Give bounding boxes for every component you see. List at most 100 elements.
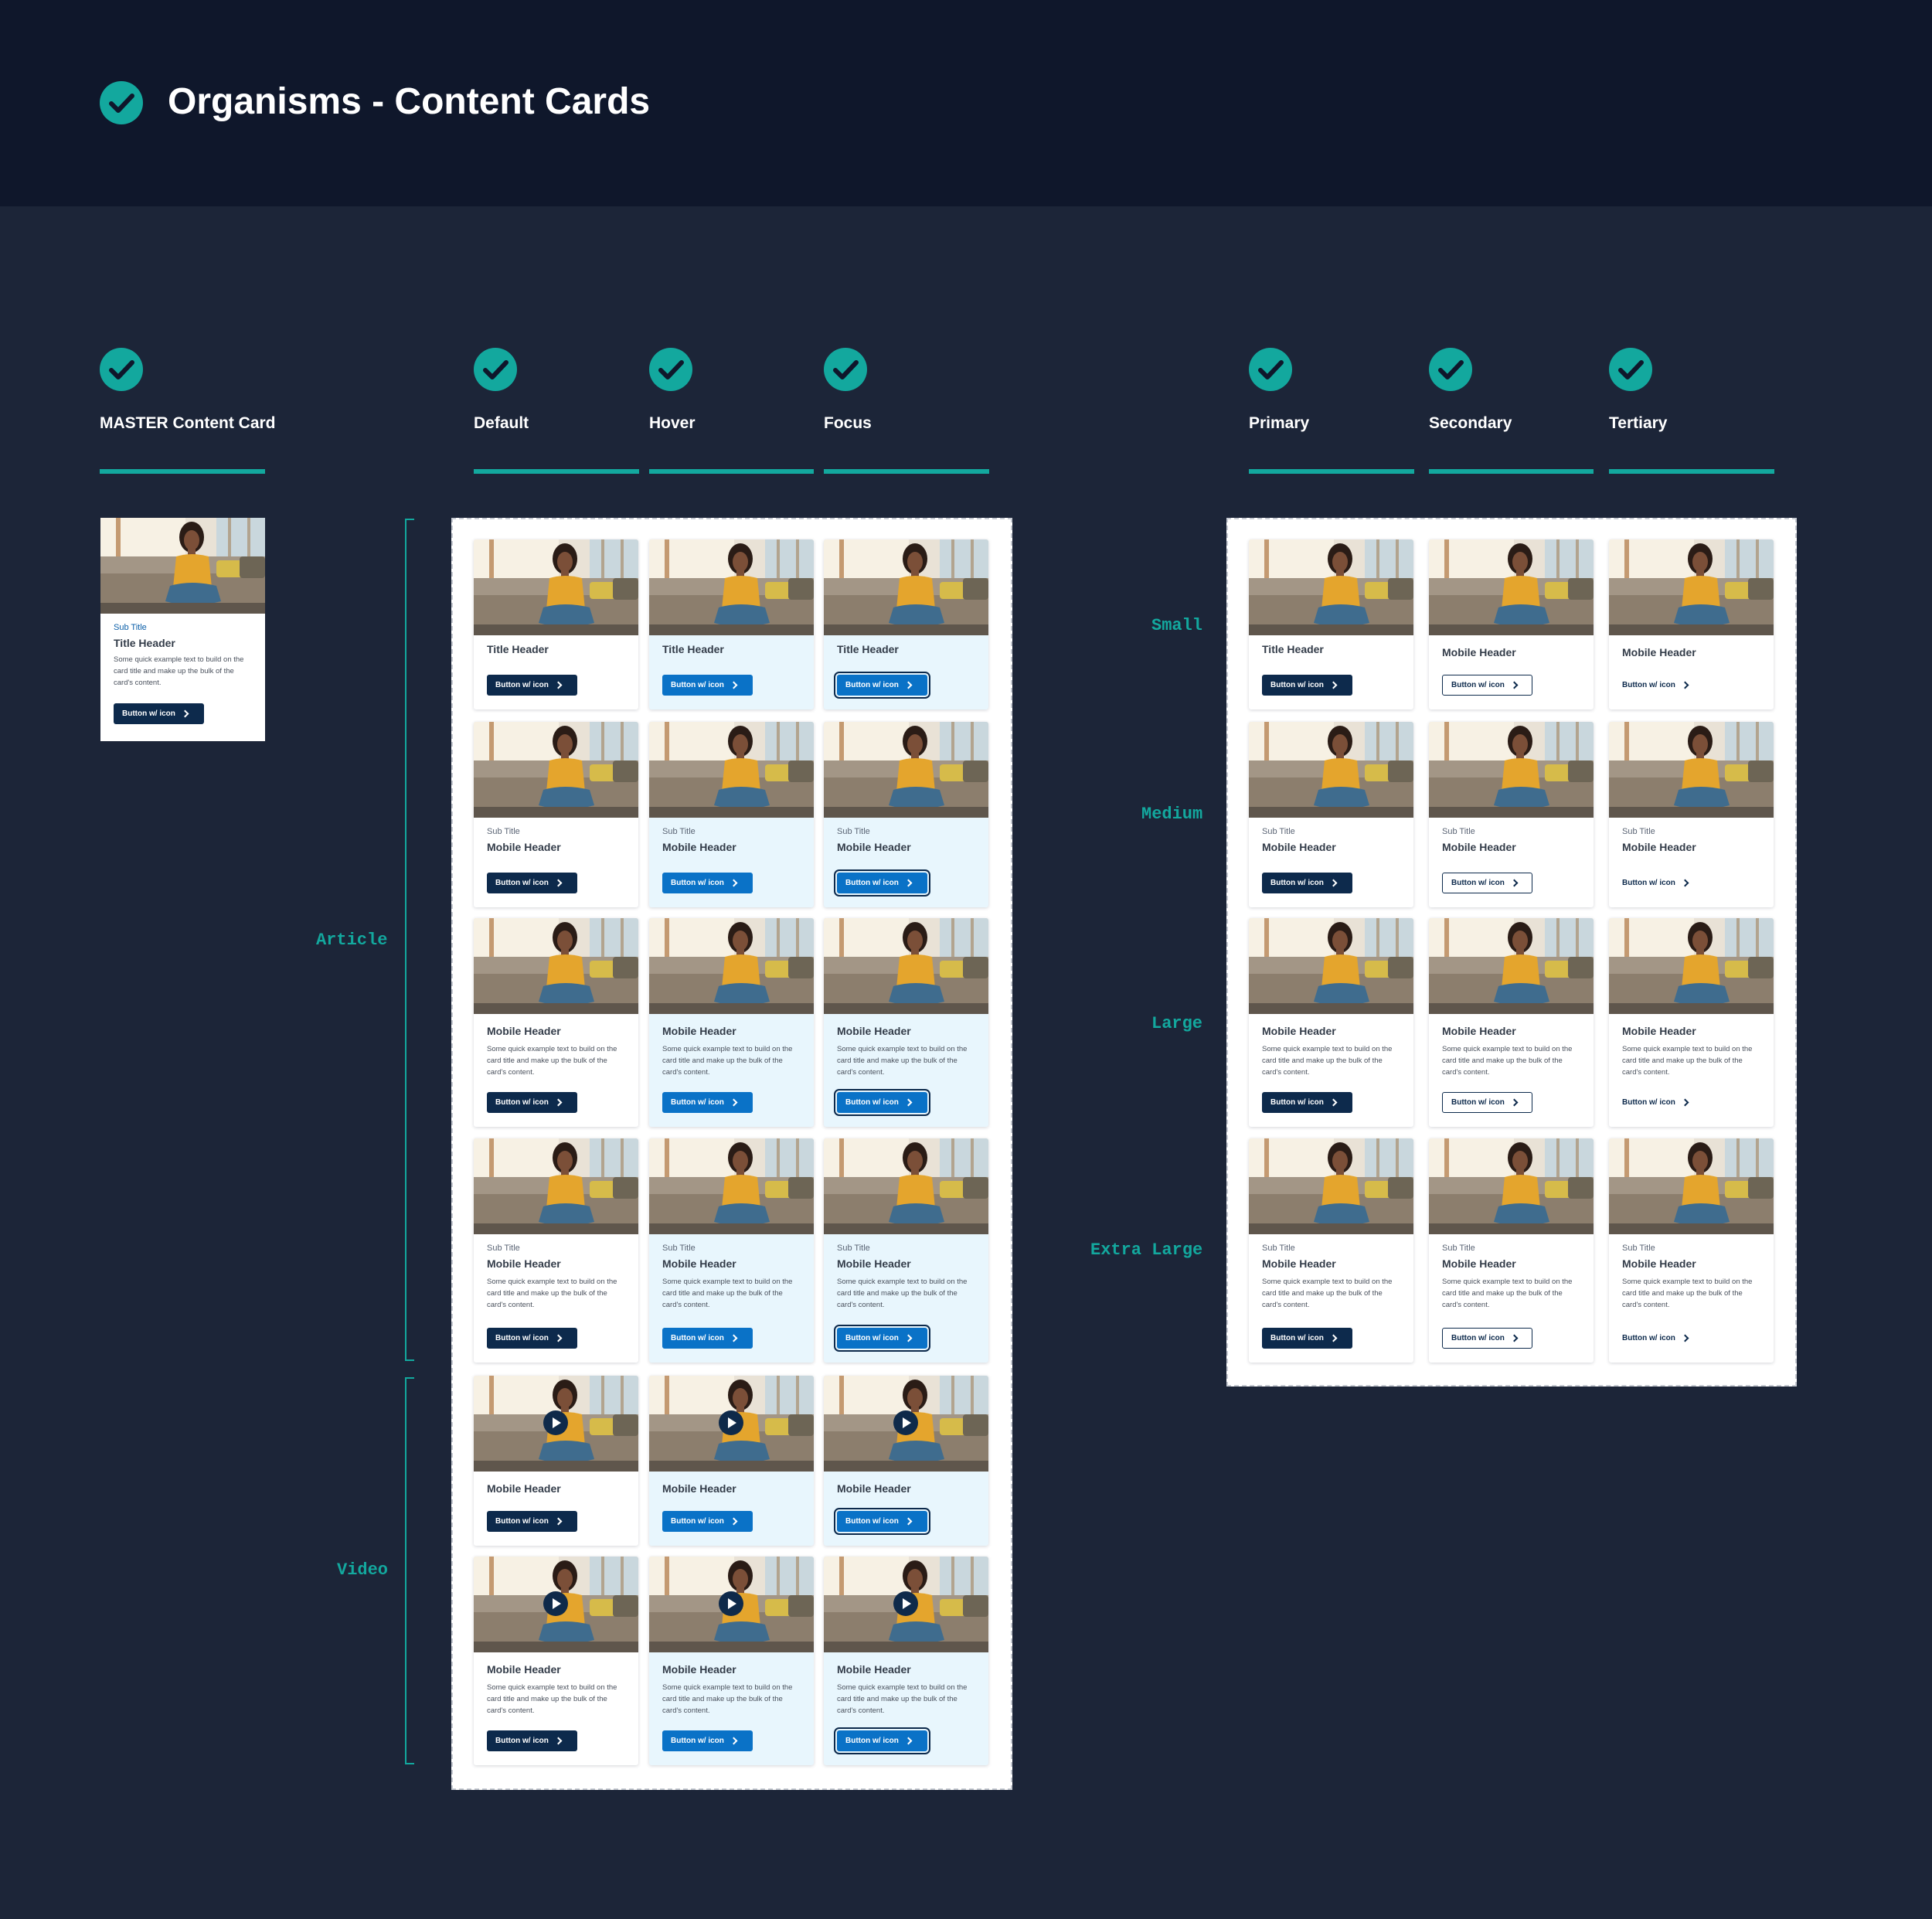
card-button[interactable]: Button w/ icon bbox=[1262, 873, 1352, 893]
column-underline bbox=[100, 469, 265, 474]
card-button[interactable]: Button w/ icon bbox=[837, 1511, 927, 1532]
chevron-right-icon bbox=[1329, 681, 1338, 689]
content-card[interactable]: Sub Title Mobile Header Button w/ icon bbox=[1249, 722, 1413, 907]
card-image bbox=[649, 1138, 814, 1234]
chevron-right-icon bbox=[904, 879, 913, 887]
card-button[interactable]: Button w/ icon bbox=[837, 873, 927, 893]
content-card[interactable]: Mobile Header Some quick example text to … bbox=[649, 1557, 814, 1765]
content-card[interactable]: Mobile Header Some quick example text to … bbox=[474, 1557, 638, 1765]
card-button[interactable]: Button w/ icon bbox=[1622, 1328, 1713, 1349]
card-image bbox=[824, 539, 988, 635]
card-button[interactable]: Button w/ icon bbox=[662, 1730, 753, 1751]
master-content-card[interactable]: Sub Title Title Header Some quick exampl… bbox=[100, 518, 265, 741]
card-button[interactable]: Button w/ icon bbox=[487, 873, 577, 893]
content-card[interactable]: Mobile Header Some quick example text to … bbox=[1609, 918, 1774, 1127]
content-card[interactable]: Sub Title Mobile Header Button w/ icon bbox=[824, 722, 988, 907]
card-button[interactable]: Button w/ icon bbox=[487, 1511, 577, 1532]
play-icon[interactable] bbox=[719, 1591, 743, 1616]
content-card[interactable]: Title Header Button w/ icon bbox=[824, 539, 988, 709]
card-button[interactable]: Button w/ icon bbox=[837, 1328, 927, 1349]
content-card[interactable]: Title Header Button w/ icon bbox=[649, 539, 814, 709]
row-label-medium: Medium bbox=[1141, 805, 1203, 824]
card-image bbox=[649, 722, 814, 818]
content-card[interactable]: Mobile Header Some quick example text to … bbox=[1429, 918, 1594, 1127]
card-button[interactable]: Button w/ icon bbox=[1262, 1328, 1352, 1349]
card-title: Title Header bbox=[1262, 643, 1324, 655]
card-button[interactable]: Button w/ icon bbox=[1442, 873, 1532, 893]
content-card[interactable]: Mobile Header Button w/ icon bbox=[1609, 539, 1774, 709]
card-button[interactable]: Button w/ icon bbox=[1262, 675, 1352, 696]
card-body: Some quick example text to build on the … bbox=[487, 1683, 617, 1715]
card-button[interactable]: Button w/ icon bbox=[1622, 873, 1713, 893]
card-button-label: Button w/ icon bbox=[495, 1098, 549, 1107]
card-button[interactable]: Button w/ icon bbox=[1442, 1092, 1532, 1113]
content-card[interactable]: Title Header Button w/ icon bbox=[474, 539, 638, 709]
chevron-right-icon bbox=[730, 1737, 738, 1745]
card-button[interactable]: Button w/ icon bbox=[114, 703, 204, 724]
content-card[interactable]: Sub Title Mobile Header Button w/ icon bbox=[649, 722, 814, 907]
content-card[interactable]: Sub Title Mobile Header Some quick example… bbox=[474, 1138, 638, 1363]
content-card[interactable]: Mobile Header Some quick example text to … bbox=[1249, 918, 1413, 1127]
play-icon[interactable] bbox=[893, 1591, 918, 1616]
column-underline bbox=[1609, 469, 1774, 474]
card-button-label: Button w/ icon bbox=[1270, 879, 1324, 887]
card-title: Mobile Header bbox=[1442, 1025, 1516, 1037]
card-body: Some quick example text to build on the … bbox=[1442, 1045, 1573, 1077]
card-button[interactable]: Button w/ icon bbox=[662, 1092, 753, 1113]
card-image bbox=[1429, 722, 1594, 818]
card-image bbox=[1249, 722, 1413, 818]
card-body: Some quick example text to build on the … bbox=[837, 1045, 968, 1077]
card-button[interactable]: Button w/ icon bbox=[662, 675, 753, 696]
column-underline bbox=[1429, 469, 1594, 474]
play-icon[interactable] bbox=[543, 1410, 568, 1435]
content-card[interactable]: Mobile Header Button w/ icon bbox=[474, 1376, 638, 1546]
content-card[interactable]: Mobile Header Some quick example text to … bbox=[474, 918, 638, 1127]
content-card[interactable]: Sub Title Mobile Header Button w/ icon bbox=[1429, 722, 1594, 907]
card-image bbox=[1609, 918, 1774, 1014]
card-subtitle: Sub Title bbox=[1262, 1244, 1295, 1253]
play-icon[interactable] bbox=[893, 1410, 918, 1435]
card-button-label: Button w/ icon bbox=[845, 1334, 899, 1342]
card-button[interactable]: Button w/ icon bbox=[1442, 675, 1532, 696]
content-card[interactable]: Sub Title Mobile Header Button w/ icon bbox=[474, 722, 638, 907]
chevron-right-icon bbox=[730, 879, 738, 887]
content-card[interactable]: Title Header Button w/ icon bbox=[1249, 539, 1413, 709]
card-button[interactable]: Button w/ icon bbox=[662, 1511, 753, 1532]
card-title: Mobile Header bbox=[1622, 1025, 1696, 1037]
check-circle-icon bbox=[1609, 348, 1652, 391]
play-icon[interactable] bbox=[543, 1591, 568, 1616]
card-button[interactable]: Button w/ icon bbox=[487, 1328, 577, 1349]
card-button[interactable]: Button w/ icon bbox=[1622, 675, 1713, 696]
content-card[interactable]: Sub Title Mobile Header Some quick example… bbox=[649, 1138, 814, 1363]
card-button[interactable]: Button w/ icon bbox=[487, 1092, 577, 1113]
content-card[interactable]: Sub Title Mobile Header Some quick example… bbox=[1429, 1138, 1594, 1363]
card-button[interactable]: Button w/ icon bbox=[487, 1730, 577, 1751]
content-card[interactable]: Sub Title Mobile Header Button w/ icon bbox=[1609, 722, 1774, 907]
card-button[interactable]: Button w/ icon bbox=[487, 675, 577, 696]
content-card[interactable]: Sub Title Mobile Header Some quick example… bbox=[1249, 1138, 1413, 1363]
card-button[interactable]: Button w/ icon bbox=[1622, 1092, 1713, 1113]
chevron-right-icon bbox=[1510, 1098, 1519, 1107]
content-card[interactable]: Mobile Header Button w/ icon bbox=[824, 1376, 988, 1546]
content-card[interactable]: Mobile Header Some quick example text to … bbox=[824, 1557, 988, 1765]
play-icon[interactable] bbox=[719, 1410, 743, 1435]
card-image bbox=[474, 539, 638, 635]
content-card[interactable]: Sub Title Mobile Header Some quick example… bbox=[824, 1138, 988, 1363]
card-button[interactable]: Button w/ icon bbox=[1262, 1092, 1352, 1113]
content-card[interactable]: Mobile Header Some quick example text to … bbox=[824, 918, 988, 1127]
card-button[interactable]: Button w/ icon bbox=[837, 1092, 927, 1113]
card-image bbox=[474, 1376, 638, 1472]
content-card[interactable]: Sub Title Mobile Header Some quick example… bbox=[1609, 1138, 1774, 1363]
card-button[interactable]: Button w/ icon bbox=[662, 1328, 753, 1349]
card-button[interactable]: Button w/ icon bbox=[1442, 1328, 1532, 1349]
content-card[interactable]: Mobile Header Button w/ icon bbox=[649, 1376, 814, 1546]
content-card[interactable]: Mobile Header Some quick example text to … bbox=[649, 918, 814, 1127]
content-card[interactable]: Mobile Header Button w/ icon bbox=[1429, 539, 1594, 709]
card-button[interactable]: Button w/ icon bbox=[837, 675, 927, 696]
card-button-label: Button w/ icon bbox=[1270, 681, 1324, 689]
row-label-extra-large: Extra Large bbox=[1090, 1240, 1203, 1260]
card-button[interactable]: Button w/ icon bbox=[662, 873, 753, 893]
card-button[interactable]: Button w/ icon bbox=[837, 1730, 927, 1751]
card-button-label: Button w/ icon bbox=[495, 681, 549, 689]
chevron-right-icon bbox=[1510, 1334, 1519, 1342]
